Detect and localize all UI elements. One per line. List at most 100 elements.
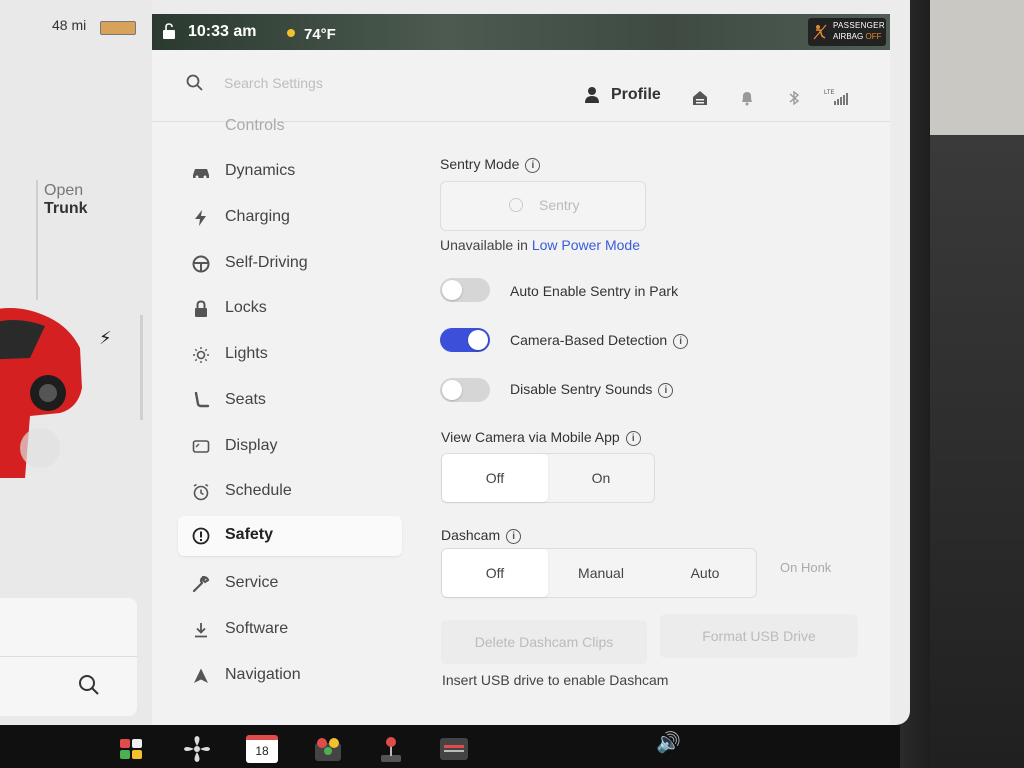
dashcam-auto-option[interactable]: Auto	[654, 549, 756, 597]
camera-based-detection-toggle[interactable]	[440, 328, 490, 352]
charging-bolt-icon: ⚡	[99, 328, 112, 348]
display-icon	[192, 440, 210, 453]
settings-panel: Profile LTE Controls Dynami	[152, 50, 890, 725]
menu-item-locks[interactable]: Locks	[178, 289, 402, 329]
auto-enable-sentry-toggle[interactable]	[440, 278, 490, 302]
toggle-knob	[442, 380, 462, 400]
settings-search[interactable]	[186, 72, 426, 96]
calendar-icon[interactable]: 18	[246, 735, 278, 763]
view-camera-off-option[interactable]: Off	[442, 454, 548, 502]
safety-icon	[192, 527, 210, 545]
person-icon	[585, 87, 599, 103]
menu-item-seats[interactable]: Seats	[178, 381, 402, 421]
fan-icon[interactable]	[182, 735, 212, 763]
card-divider	[0, 656, 137, 657]
camera-based-detection-row: Camera-Based Detection i	[510, 332, 689, 349]
seat-icon	[194, 392, 210, 408]
trunk-label[interactable]: Trunk	[44, 200, 88, 218]
app-dock: 18 🔊	[0, 725, 900, 768]
screen-bezel	[900, 0, 1024, 768]
menu-item-label: Seats	[225, 391, 266, 408]
background-dash	[930, 135, 1024, 768]
info-icon[interactable]: i	[506, 528, 522, 544]
dashcam-selector: Off Manual Auto	[441, 548, 757, 598]
menu-item-navigation[interactable]: Navigation	[178, 656, 402, 696]
menu-item-dynamics[interactable]: Dynamics	[178, 152, 402, 192]
dashcam-manual-option[interactable]: Manual	[548, 549, 654, 597]
bluetooth-icon[interactable]	[788, 90, 800, 106]
low-power-mode-link[interactable]: Low Power Mode	[532, 237, 640, 253]
menu-item-label: Navigation	[225, 666, 301, 683]
dashcam-viewer-icon[interactable]	[438, 735, 470, 763]
wrench-icon	[192, 575, 210, 593]
menu-item-self-driving[interactable]: Self-Driving	[178, 244, 402, 284]
dashcam-title: Dashcam	[441, 527, 501, 543]
garage-icon[interactable]	[692, 90, 708, 106]
calendar-day: 18	[255, 744, 269, 758]
dashcam-heading: Dashcam i	[441, 527, 522, 544]
disable-sentry-sounds-toggle[interactable]	[440, 378, 490, 402]
toybox-icon[interactable]	[312, 735, 344, 763]
menu-item-label: Schedule	[225, 482, 292, 499]
menu-item-label: Charging	[225, 208, 290, 225]
dashcam-on-honk-option[interactable]: On Honk	[780, 560, 831, 575]
volume-icon[interactable]: 🔊	[656, 730, 681, 755]
car-quick-card	[0, 598, 137, 716]
menu-item-controls[interactable]: Controls	[178, 108, 402, 130]
toggle-knob	[468, 330, 488, 350]
disable-sentry-sounds-row: Disable Sentry Sounds i	[510, 381, 674, 398]
info-icon[interactable]: i	[673, 333, 689, 349]
navigation-icon	[194, 668, 208, 683]
unlock-icon[interactable]	[162, 23, 176, 39]
menu-item-display[interactable]: Display	[178, 427, 402, 467]
panel-scrollbar[interactable]	[140, 315, 143, 420]
view-camera-selector: Off On	[441, 453, 655, 503]
sun-icon	[287, 29, 295, 37]
airbag-line2: AIRBAG OFF	[833, 32, 881, 41]
menu-item-charging[interactable]: Charging	[178, 198, 402, 238]
clock: 10:33 am	[188, 23, 257, 40]
open-trunk-action[interactable]: Open	[44, 181, 83, 200]
view-camera-on-option[interactable]: On	[548, 454, 654, 502]
menu-item-service[interactable]: Service	[178, 564, 402, 604]
info-icon[interactable]: i	[525, 157, 541, 173]
range-readout: 48 mi	[52, 17, 87, 33]
search-icon[interactable]	[78, 674, 100, 696]
menu-item-label: Lights	[225, 345, 268, 362]
passenger-airbag-status: PASSENGER AIRBAG OFF	[808, 18, 886, 46]
toggle-knob	[442, 280, 462, 300]
trunk-line	[36, 180, 38, 300]
apps-icon[interactable]	[118, 735, 150, 761]
sentry-button-label: Sentry	[539, 197, 580, 213]
arcade-joystick-icon[interactable]	[376, 735, 406, 763]
menu-item-label: Locks	[225, 299, 267, 316]
background-wall	[930, 0, 1024, 135]
format-usb-drive-button[interactable]: Format USB Drive	[660, 614, 858, 658]
info-icon[interactable]: i	[625, 430, 641, 446]
unavailable-text: Unavailable in	[440, 237, 528, 253]
menu-item-label: Service	[225, 574, 279, 591]
menu-item-software[interactable]: Software	[178, 610, 402, 650]
menu-item-lights[interactable]: Lights	[178, 335, 402, 375]
menu-item-schedule[interactable]: Schedule	[178, 472, 402, 512]
bell-icon[interactable]	[740, 90, 754, 106]
battery-icon	[100, 21, 136, 35]
sentry-ring-icon	[509, 198, 523, 212]
delete-dashcam-clips-button[interactable]: Delete Dashcam Clips	[441, 620, 647, 664]
car-icon	[193, 169, 209, 179]
menu-item-safety[interactable]: Safety	[178, 516, 402, 556]
outside-temperature: 74°F	[304, 26, 336, 43]
camera-based-detection-label: Camera-Based Detection	[510, 332, 668, 348]
profile-label: Profile	[611, 86, 661, 103]
usb-note: Insert USB drive to enable Dashcam	[442, 672, 669, 688]
sentry-button[interactable]: Sentry	[440, 181, 646, 231]
lte-signal-icon: LTE	[824, 90, 848, 105]
menu-item-label: Safety	[225, 526, 274, 543]
car-panel: 48 mi Open Trunk ⚡	[0, 0, 152, 725]
car-image	[0, 308, 82, 478]
steering-wheel-icon	[192, 255, 210, 273]
search-input[interactable]	[222, 74, 426, 92]
dashcam-off-option[interactable]: Off	[442, 549, 548, 597]
schedule-icon	[193, 483, 209, 501]
info-icon[interactable]: i	[658, 382, 674, 398]
